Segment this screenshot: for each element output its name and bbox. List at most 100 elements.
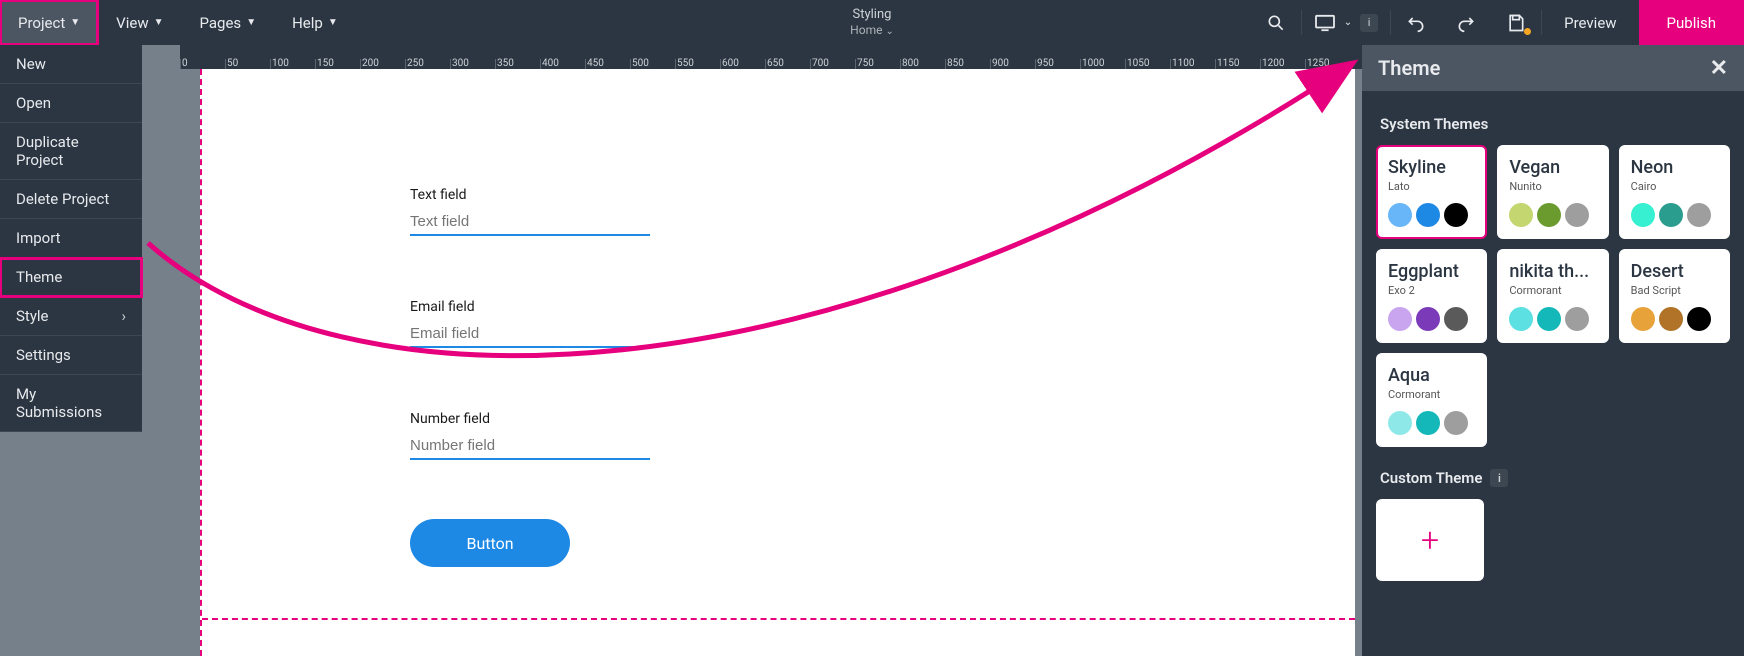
menu-help[interactable]: Help ▼ [274,0,356,45]
dropdown-item-open[interactable]: Open [0,84,142,123]
dropdown-item-settings[interactable]: Settings [0,336,142,375]
text-field-label: Text field [410,187,650,203]
ruler-tick: 100 [270,45,315,69]
form-button[interactable]: Button [410,519,570,567]
dropdown-item-new[interactable]: New [0,45,142,84]
swatch [1509,307,1533,331]
ruler-tick: 650 [765,45,810,69]
theme-card-aqua[interactable]: Aqua Cormorant [1376,353,1487,447]
theme-name: Vegan [1509,157,1596,178]
theme-font: Nunito [1509,180,1596,193]
theme-name: Aqua [1388,365,1475,386]
swatch [1444,203,1468,227]
search-icon[interactable] [1251,0,1301,45]
ruler-tick: 900 [990,45,1035,69]
theme-swatches [1388,411,1475,435]
theme-swatches [1388,203,1475,227]
menu-pages[interactable]: Pages ▼ [182,0,275,45]
custom-theme-title: Custom Theme i [1380,469,1726,487]
theme-panel-title: Theme [1378,56,1440,80]
project-dropdown: NewOpenDuplicate ProjectDelete ProjectIm… [0,45,142,432]
swatch [1687,307,1711,331]
theme-panel: Theme ✕ System Themes SkylineLato Vegan Nu… [1362,45,1744,656]
swatch [1659,307,1683,331]
theme-font: Bad Script [1631,284,1718,297]
page-subtitle[interactable]: Home ⌄ [850,23,894,39]
theme-panel-header: Theme ✕ [1362,45,1744,91]
theme-font: Cormorant [1509,284,1596,297]
email-field-input[interactable] [410,321,650,348]
ruler-tick: 500 [630,45,675,69]
theme-font: Cormorant [1388,388,1475,401]
swatch [1631,307,1655,331]
swatch [1509,203,1533,227]
number-field-input[interactable] [410,433,650,460]
topbar-right: ⌄ i Preview Publish [1251,0,1744,45]
theme-font: Cairo [1631,180,1718,193]
undo-icon[interactable] [1391,0,1441,45]
theme-card-eggplant[interactable]: EggplantExo 2 [1376,249,1487,343]
add-custom-theme-button[interactable]: + [1376,499,1484,581]
info-badge: i [1360,14,1378,32]
dropdown-item-import[interactable]: Import [0,219,142,258]
project-title: Styling Home ⌄ [850,6,894,38]
redo-icon[interactable] [1441,0,1491,45]
theme-swatches [1631,203,1718,227]
swatch [1537,203,1561,227]
swatch [1388,411,1412,435]
close-icon[interactable]: ✕ [1710,56,1728,81]
ruler-tick: 150 [315,45,360,69]
system-themes-grid: SkylineLato Vegan Nunito NeonCairo EggplantE… [1376,145,1730,447]
text-field-input[interactable] [410,209,650,236]
publish-button[interactable]: Publish [1639,0,1744,45]
chevron-down-icon: ⌄ [1344,17,1352,28]
dropdown-item-duplicate-project[interactable]: Duplicate Project [0,123,142,180]
theme-card-nikita-th-[interactable]: nikita th... Cormorant [1497,249,1608,343]
theme-swatches [1509,307,1596,331]
canvas[interactable]: Text field Email field Number field Butt… [200,69,1355,656]
swatch [1416,411,1440,435]
chevron-down-icon: ⌄ [885,26,893,37]
theme-name: Skyline [1388,157,1475,178]
swatch [1444,307,1468,331]
device-selector[interactable]: ⌄ i [1302,0,1390,45]
swatch [1537,307,1561,331]
menu-label: View [116,14,148,32]
email-field-group: Email field [410,299,650,348]
ruler-tick: 450 [585,45,630,69]
dropdown-item-my-submissions[interactable]: My Submissions [0,375,142,432]
ruler-tick: 1150 [1215,45,1260,69]
ruler-tick: 950 [1035,45,1080,69]
dropdown-item-style[interactable]: Style [0,297,142,336]
text-field-group: Text field [410,187,650,236]
system-themes-title: System Themes [1380,115,1726,133]
preview-button[interactable]: Preview [1542,0,1638,45]
swatch [1631,203,1655,227]
number-field-label: Number field [410,411,650,427]
ruler-tick: 400 [540,45,585,69]
ruler-tick: 1000 [1080,45,1125,69]
theme-card-skyline[interactable]: SkylineLato [1376,145,1487,239]
theme-swatches [1509,203,1596,227]
ruler-tick: 1050 [1125,45,1170,69]
menu-view[interactable]: View ▼ [98,0,181,45]
theme-card-neon[interactable]: NeonCairo [1619,145,1730,239]
menu-project[interactable]: Project ▼ [0,0,98,45]
dropdown-item-delete-project[interactable]: Delete Project [0,180,142,219]
ruler-tick: 1200 [1260,45,1305,69]
menubar: Project ▼ View ▼ Pages ▼ Help ▼ [0,0,356,45]
dropdown-item-theme[interactable]: Theme [0,258,142,297]
theme-name: nikita th... [1509,261,1596,282]
theme-card-vegan[interactable]: Vegan Nunito [1497,145,1608,239]
save-icon[interactable] [1491,0,1541,45]
theme-panel-body: System Themes SkylineLato Vegan Nunito Neon… [1362,91,1744,599]
theme-card-desert[interactable]: DesertBad Script [1619,249,1730,343]
info-icon[interactable]: i [1490,469,1508,487]
ruler-tick: 600 [720,45,765,69]
ruler-tick: 50 [225,45,270,69]
ruler-tick: 800 [900,45,945,69]
chevron-down-icon: ▼ [246,17,256,28]
ruler-tick: 200 [360,45,405,69]
swatch [1687,203,1711,227]
chevron-down-icon: ▼ [154,17,164,28]
